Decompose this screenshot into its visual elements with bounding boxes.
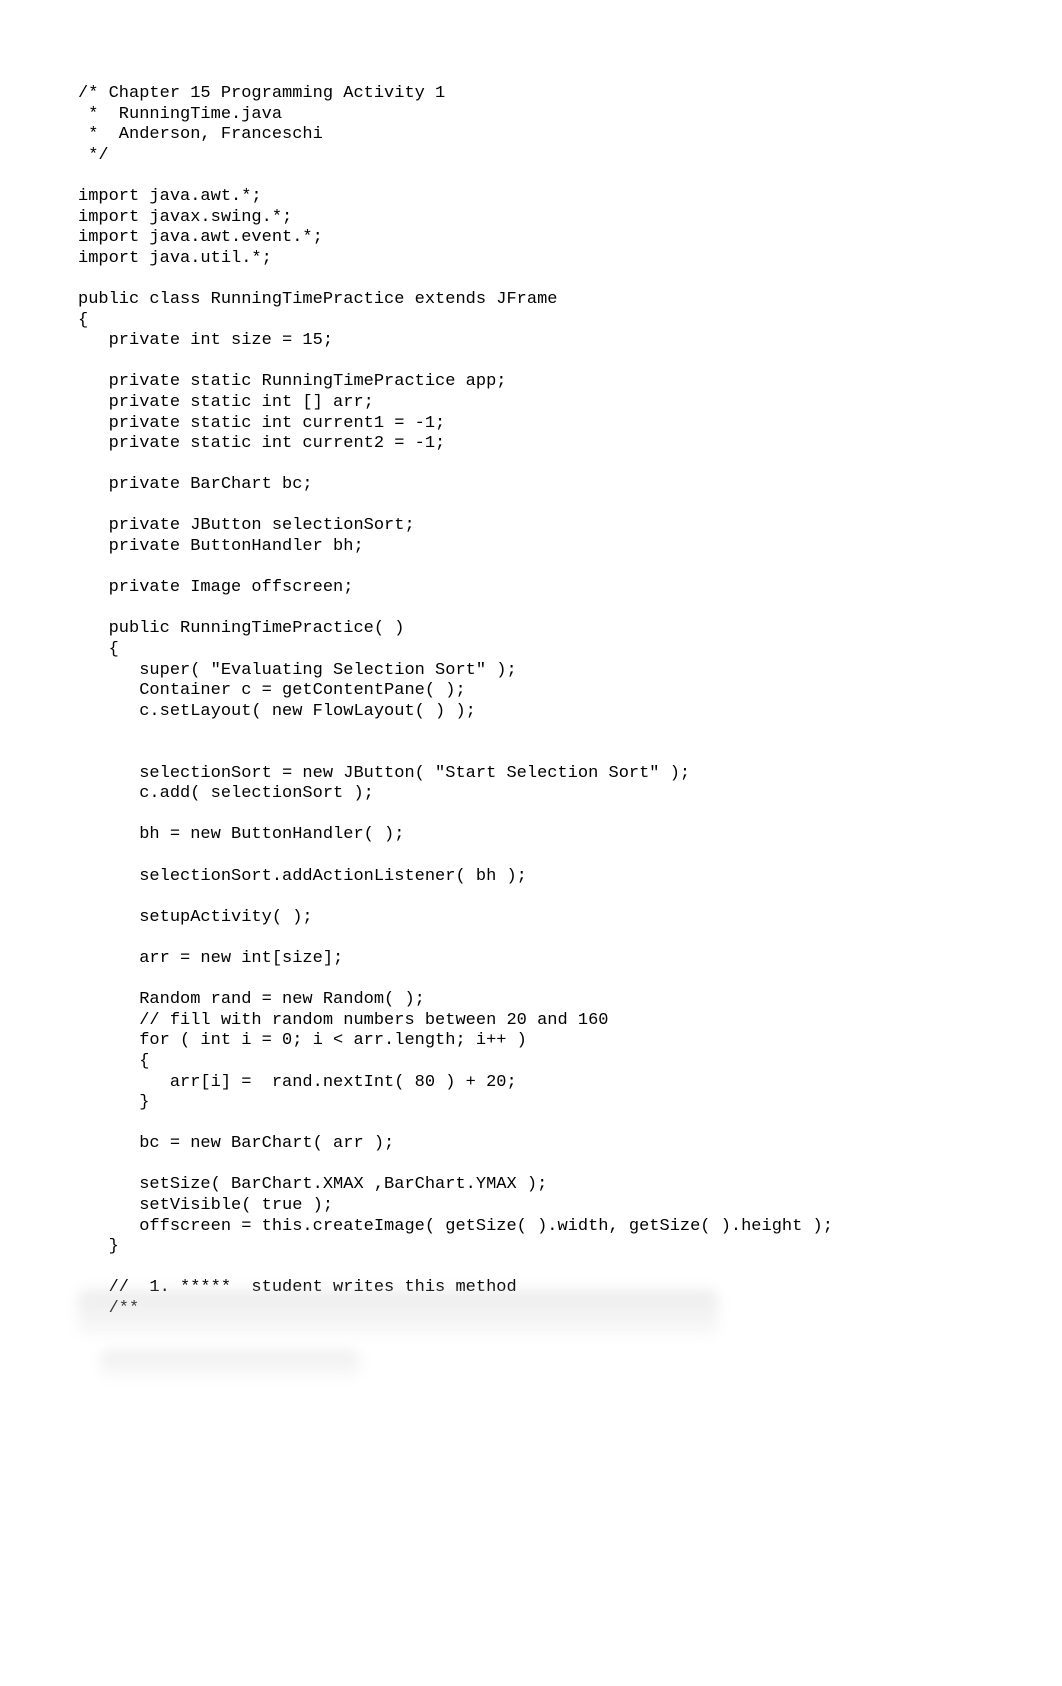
code-listing: /* Chapter 15 Programming Activity 1 * R… [78, 84, 1062, 1320]
blurred-content-region [78, 1290, 718, 1336]
document-page: /* Chapter 15 Programming Activity 1 * R… [0, 0, 1062, 1686]
blurred-content-region [100, 1350, 360, 1378]
